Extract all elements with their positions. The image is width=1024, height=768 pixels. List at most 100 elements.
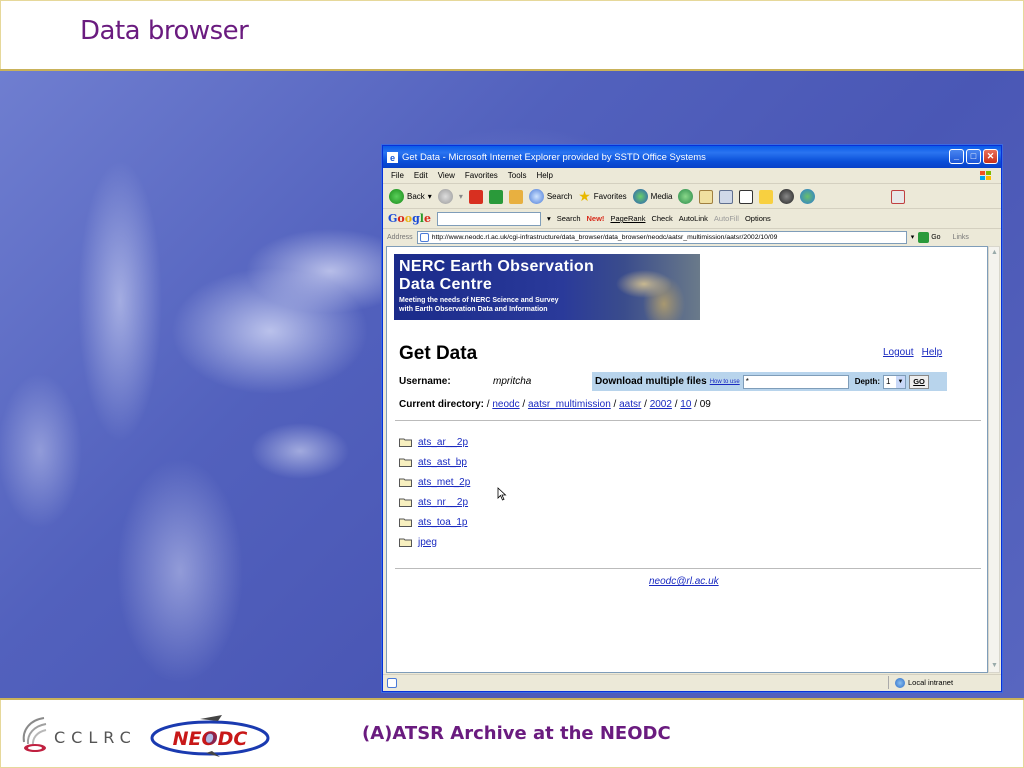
breadcrumb-10[interactable]: 10: [680, 399, 691, 410]
back-arrow-icon: [389, 189, 404, 204]
menu-favorites[interactable]: Favorites: [465, 171, 498, 180]
directory-link[interactable]: ats_ast_bp: [418, 457, 467, 468]
footer-caption: (A)ATSR Archive at the NEODC: [362, 723, 671, 744]
address-label: Address: [387, 233, 413, 241]
neodc-banner: NERC Earth Observation Data Centre Meeti…: [394, 254, 700, 320]
buddies-icon[interactable]: [800, 189, 816, 204]
google-check-button[interactable]: Check: [651, 214, 672, 223]
window-title: Get Data - Microsoft Internet Explorer p…: [402, 151, 706, 163]
menu-view[interactable]: View: [438, 171, 455, 180]
folder-icon: [399, 498, 412, 507]
breadcrumb-separator: /: [613, 399, 617, 410]
maximize-button[interactable]: □: [966, 149, 981, 164]
directory-link[interactable]: ats_nr__2p: [418, 497, 468, 508]
how-to-use-link[interactable]: How to use: [710, 379, 740, 385]
window-titlebar[interactable]: e Get Data - Microsoft Internet Explorer…: [383, 146, 1001, 168]
menu-tools[interactable]: Tools: [508, 171, 527, 180]
minimize-button[interactable]: _: [949, 149, 964, 164]
help-link[interactable]: Help: [922, 347, 943, 358]
scroll-up-icon[interactable]: ▲: [990, 248, 999, 258]
address-url: http://www.neodc.rl.ac.uk/cgi-infrastruc…: [431, 233, 778, 241]
breadcrumb-aatsr[interactable]: aatsr: [619, 399, 641, 410]
banner-tagline-1: Meeting the needs of NERC Science and Su…: [399, 297, 559, 304]
depth-value: 1: [886, 377, 891, 386]
download-multiple-box: Download multiple files How to use * Dep…: [592, 372, 947, 391]
contact-email-link[interactable]: neodc@rl.ac.uk: [649, 576, 719, 587]
forward-arrow-icon[interactable]: [437, 189, 453, 204]
banner-line-1: NERC Earth Observation: [399, 258, 595, 275]
media-label: Media: [650, 192, 673, 201]
file-pattern-input[interactable]: *: [742, 374, 849, 389]
favorites-label: Favorites: [593, 192, 627, 201]
stop-icon[interactable]: [468, 189, 483, 204]
google-search-dropdown-icon[interactable]: ▾: [547, 214, 551, 223]
media-button[interactable]: Media: [632, 189, 673, 204]
scroll-down-icon[interactable]: ▼: [990, 661, 999, 671]
search-magnifier-icon: [528, 189, 544, 204]
google-search-button[interactable]: Search: [557, 214, 581, 223]
page-status-icon: [387, 678, 397, 688]
refresh-icon[interactable]: [488, 189, 503, 204]
list-item: ats_ast_bp: [399, 452, 470, 472]
breadcrumb-neodc[interactable]: neodc: [492, 399, 519, 410]
close-button[interactable]: ✕: [983, 149, 998, 164]
history-icon[interactable]: [678, 189, 694, 204]
list-item: ats_toa_1p: [399, 512, 470, 532]
current-directory: Current directory: / neodc / aatsr_multi…: [399, 399, 711, 410]
menu-edit[interactable]: Edit: [414, 171, 428, 180]
menu-help[interactable]: Help: [536, 171, 552, 180]
menu-file[interactable]: File: [391, 171, 404, 180]
breadcrumb-separator: /: [674, 399, 678, 410]
address-dropdown-icon[interactable]: ▾: [911, 233, 915, 241]
mail-icon[interactable]: [699, 189, 714, 204]
download-label: Download multiple files: [595, 376, 707, 387]
security-zone-label: Local intranet: [908, 678, 954, 687]
breadcrumb-aatsr-multimission[interactable]: aatsr_multimission: [528, 399, 611, 410]
username-label: Username:: [399, 376, 451, 387]
google-options-button[interactable]: Options: [745, 214, 771, 223]
directory-link[interactable]: ats_met_2p: [418, 477, 470, 488]
banner-tagline-2: with Earth Observation Data and Informat…: [399, 306, 548, 313]
go-arrow-icon: [918, 231, 930, 243]
google-news-icon[interactable]: New!: [587, 214, 605, 223]
address-input[interactable]: http://www.neodc.rl.ac.uk/cgi-infrastruc…: [416, 230, 907, 244]
print-icon[interactable]: [719, 189, 734, 204]
cclrc-logo-text: CCLRC: [54, 728, 137, 747]
word-edit-icon[interactable]: [739, 189, 754, 204]
back-dropdown-icon[interactable]: ▾: [428, 192, 432, 201]
slide-header: Data browser: [0, 0, 1024, 70]
google-search-input[interactable]: [436, 211, 541, 226]
media-icon: [632, 189, 648, 204]
depth-select[interactable]: 1 ▼: [883, 374, 907, 389]
vertical-scrollbar[interactable]: ▲ ▼: [988, 246, 1000, 673]
folder-icon: [399, 478, 412, 487]
search-button[interactable]: Search: [528, 189, 573, 204]
links-button[interactable]: Links: [953, 234, 969, 241]
breadcrumb-2002[interactable]: 2002: [650, 399, 672, 410]
google-autolink-button[interactable]: AutoLink: [679, 214, 708, 223]
search-label: Search: [546, 192, 573, 201]
research-icon[interactable]: [891, 189, 906, 204]
intranet-globe-icon: [895, 677, 905, 688]
discuss-icon[interactable]: [759, 189, 774, 204]
directory-link[interactable]: ats_ar__2p: [418, 437, 468, 448]
directory-link[interactable]: jpeg: [418, 537, 437, 548]
logout-link[interactable]: Logout: [883, 347, 914, 358]
google-autofill-button[interactable]: AutoFill: [714, 214, 739, 223]
download-go-button[interactable]: GO: [909, 374, 930, 389]
breadcrumb-current: 09: [699, 399, 711, 410]
messenger-icon[interactable]: [779, 189, 795, 204]
go-button[interactable]: Go: [918, 231, 941, 243]
directory-link[interactable]: ats_toa_1p: [418, 517, 468, 528]
go-label: Go: [931, 233, 941, 241]
menu-bar: File Edit View Favorites Tools Help: [383, 168, 1001, 184]
favorites-button[interactable]: ★ Favorites: [578, 188, 626, 205]
back-button[interactable]: Back ▾: [389, 189, 432, 204]
google-logo[interactable]: Google: [388, 212, 431, 225]
banner-line-2: Data Centre: [399, 276, 493, 293]
forward-dropdown-icon[interactable]: ▾: [459, 192, 463, 201]
folder-icon: [399, 538, 412, 547]
google-pagerank[interactable]: PageRank: [610, 214, 645, 223]
home-icon[interactable]: [508, 189, 523, 204]
folder-icon: [399, 438, 412, 447]
